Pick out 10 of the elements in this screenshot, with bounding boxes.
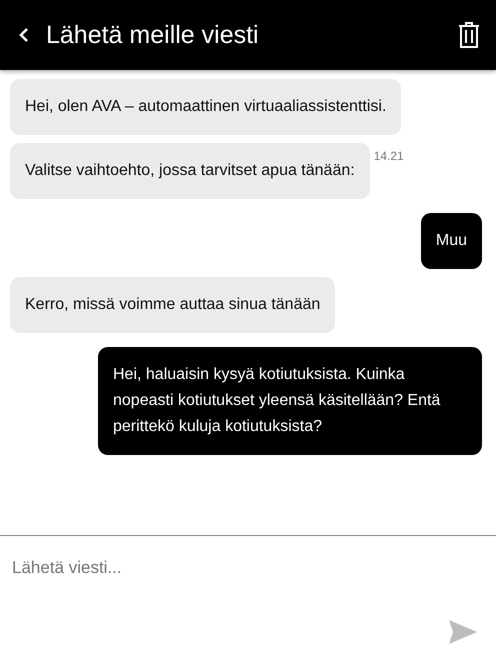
send-icon xyxy=(448,619,478,645)
sent-message: Muu xyxy=(420,213,482,269)
received-message: Valitse vaihtoehto, jossa tarvitset apua tänään: xyxy=(10,143,370,199)
window-title: Lähetä meille viesti xyxy=(46,20,260,50)
received-message: Hei, olen AVA – automaattinen virtuaaliassistenttisi. xyxy=(10,79,402,135)
message-time: 14.21 xyxy=(374,149,404,163)
received-message: Kerro, missä voimme auttaa sinua tänään xyxy=(10,277,336,333)
back-icon xyxy=(18,26,30,44)
trash-icon xyxy=(458,22,480,48)
sent-message: Hei, haluaisin kysyä kotiutuksista. Kuinka nopeasti kotiutukset yleensä käsitellään? Entä perittekö kuluja kotiutuksista? xyxy=(98,347,482,455)
